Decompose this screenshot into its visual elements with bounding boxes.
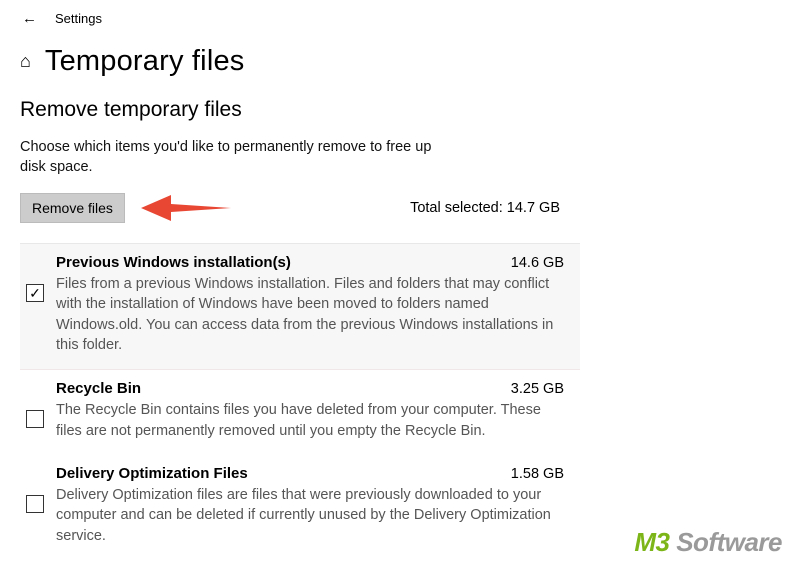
item-description: Delivery Optimization files are files th…	[56, 485, 568, 546]
checkbox-wrap	[24, 380, 46, 428]
list-item[interactable]: Previous Windows installation(s) 14.6 GB F…	[20, 243, 580, 370]
item-title: Previous Windows installation(s)	[56, 254, 291, 271]
item-body: Recycle Bin 3.25 GB The Recycle Bin contai…	[56, 380, 568, 441]
page-header: ⌂ Temporary files	[0, 31, 800, 92]
titlebar: ← Settings	[0, 0, 800, 31]
item-size: 3.25 GB	[511, 381, 568, 397]
item-head: Previous Windows installation(s) 14.6 GB	[56, 254, 568, 271]
list-item[interactable]: Delivery Optimization Files1.58 GBDelive…	[20, 455, 580, 560]
item-description: Files from a previous Windows installati…	[56, 274, 568, 355]
page-title: Temporary files	[45, 45, 245, 78]
item-body: Delivery Optimization Files1.58 GBDelive…	[56, 465, 568, 546]
section-description: Choose which items you'd like to permane…	[20, 138, 460, 177]
content-area: Remove temporary files Choose which item…	[0, 92, 580, 560]
item-checkbox[interactable]	[26, 495, 44, 513]
item-title: Recycle Bin	[56, 380, 141, 397]
back-arrow-icon[interactable]: ←	[22, 10, 37, 27]
item-head: Delivery Optimization Files 1.58 GB	[56, 465, 568, 482]
watermark: M3 Software	[634, 527, 782, 558]
total-selected-label: Total selected: 14.7 GB	[410, 200, 560, 216]
watermark-suffix: Software	[669, 527, 782, 557]
items-list: Previous Windows installation(s) 14.6 GB F…	[20, 243, 580, 560]
action-row: Remove files Total selected: 14.7 GB	[20, 191, 560, 225]
checkbox-wrap	[24, 465, 46, 513]
remove-files-button[interactable]: Remove files	[20, 193, 125, 223]
item-size: 14.6 GB	[511, 255, 568, 271]
watermark-brand: M3	[634, 527, 669, 557]
home-icon[interactable]: ⌂	[20, 51, 31, 72]
item-title: Delivery Optimization Files	[56, 465, 248, 482]
checkbox-wrap	[24, 254, 46, 302]
app-name: Settings	[55, 11, 102, 26]
section-heading: Remove temporary files	[20, 98, 580, 122]
annotation-arrow-icon	[141, 191, 231, 225]
item-checkbox[interactable]	[26, 410, 44, 428]
item-checkbox[interactable]	[26, 284, 44, 302]
item-size: 1.58 GB	[511, 466, 568, 482]
item-description: The Recycle Bin contains files you have …	[56, 400, 568, 441]
list-item[interactable]: Recycle Bin 3.25 GB The Recycle Bin contai…	[20, 370, 580, 455]
item-body: Previous Windows installation(s) 14.6 GB F…	[56, 254, 568, 355]
item-head: Recycle Bin 3.25 GB	[56, 380, 568, 397]
